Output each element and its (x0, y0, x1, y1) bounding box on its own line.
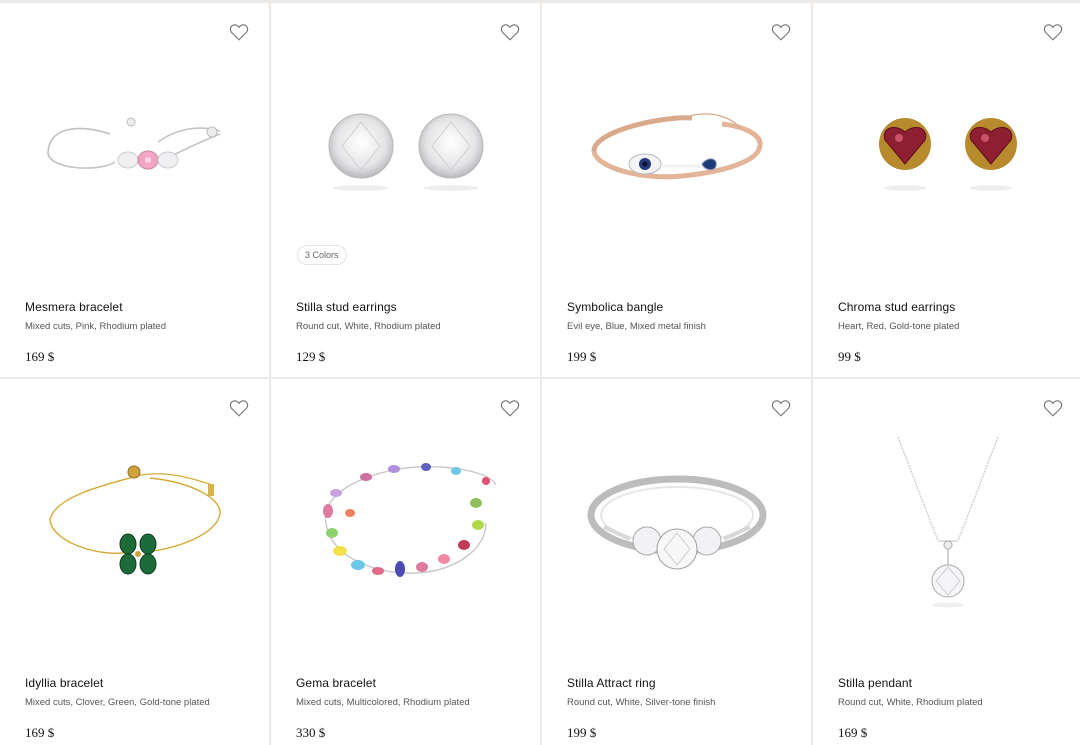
product-info: Mesmera bracelet Mixed cuts, Pink, Rhodi… (25, 300, 257, 365)
product-image-mesmera-bracelet[interactable] (0, 31, 269, 271)
product-description: Round cut, White, Rhodium plated (296, 321, 441, 332)
product-info: Symbolica bangle Evil eye, Blue, Mixed m… (567, 300, 799, 365)
product-name[interactable]: Gema bracelet (296, 676, 528, 690)
product-card[interactable]: Gema bracelet Mixed cuts, Multicolored, … (271, 379, 540, 745)
product-grid: Mesmera bracelet Mixed cuts, Pink, Rhodi… (0, 0, 1080, 745)
product-info: Stilla stud earrings Round cut, White, R… (296, 300, 528, 365)
product-info: Stilla Attract ring Round cut, White, Si… (567, 676, 799, 741)
colors-badge[interactable]: 3 Colors (297, 245, 347, 265)
product-price: 99 $ (838, 349, 861, 364)
product-card[interactable]: Idyllia bracelet Mixed cuts, Clover, Gre… (0, 379, 269, 745)
product-image-idyllia-bracelet[interactable] (0, 403, 269, 643)
product-name[interactable]: Symbolica bangle (567, 300, 799, 314)
product-info: Chroma stud earrings Heart, Red, Gold-to… (838, 300, 1071, 365)
product-image-gema-bracelet[interactable] (271, 403, 540, 643)
product-price: 199 $ (567, 725, 597, 740)
product-name[interactable]: Stilla pendant (838, 676, 1071, 690)
product-description: Round cut, White, Silver-tone finish (567, 697, 716, 708)
product-name[interactable]: Stilla Attract ring (567, 676, 799, 690)
product-info: Idyllia bracelet Mixed cuts, Clover, Gre… (25, 676, 257, 741)
product-price: 129 $ (296, 349, 326, 364)
product-name[interactable]: Mesmera bracelet (25, 300, 257, 314)
product-description: Evil eye, Blue, Mixed metal finish (567, 321, 706, 332)
product-price: 169 $ (25, 725, 55, 740)
product-name[interactable]: Chroma stud earrings (838, 300, 1071, 314)
product-name[interactable]: Idyllia bracelet (25, 676, 257, 690)
product-image-stilla-pendant[interactable] (813, 403, 1080, 643)
product-info: Gema bracelet Mixed cuts, Multicolored, … (296, 676, 528, 741)
product-image-chroma-stud-earrings[interactable] (813, 31, 1080, 271)
product-price: 330 $ (296, 725, 326, 740)
product-card[interactable]: 3 Colors Stilla stud earrings Round cut,… (271, 3, 540, 377)
product-card[interactable]: Symbolica bangle Evil eye, Blue, Mixed m… (542, 3, 811, 377)
product-price: 199 $ (567, 349, 597, 364)
product-description: Heart, Red, Gold-tone plated (838, 321, 960, 332)
product-card[interactable]: Stilla Attract ring Round cut, White, Si… (542, 379, 811, 745)
product-image-symbolica-bangle[interactable] (542, 31, 811, 271)
product-card[interactable]: Mesmera bracelet Mixed cuts, Pink, Rhodi… (0, 3, 269, 377)
product-image-stilla-stud-earrings[interactable] (271, 31, 540, 271)
product-price: 169 $ (838, 725, 868, 740)
product-card[interactable]: Chroma stud earrings Heart, Red, Gold-to… (813, 3, 1080, 377)
product-image-stilla-attract-ring[interactable] (542, 403, 811, 643)
product-description: Mixed cuts, Multicolored, Rhodium plated (296, 697, 470, 708)
product-description: Mixed cuts, Clover, Green, Gold-tone pla… (25, 697, 210, 708)
product-info: Stilla pendant Round cut, White, Rhodium… (838, 676, 1071, 741)
product-price: 169 $ (25, 349, 55, 364)
product-card[interactable]: Stilla pendant Round cut, White, Rhodium… (813, 379, 1080, 745)
product-description: Mixed cuts, Pink, Rhodium plated (25, 321, 166, 332)
product-description: Round cut, White, Rhodium plated (838, 697, 983, 708)
product-name[interactable]: Stilla stud earrings (296, 300, 528, 314)
